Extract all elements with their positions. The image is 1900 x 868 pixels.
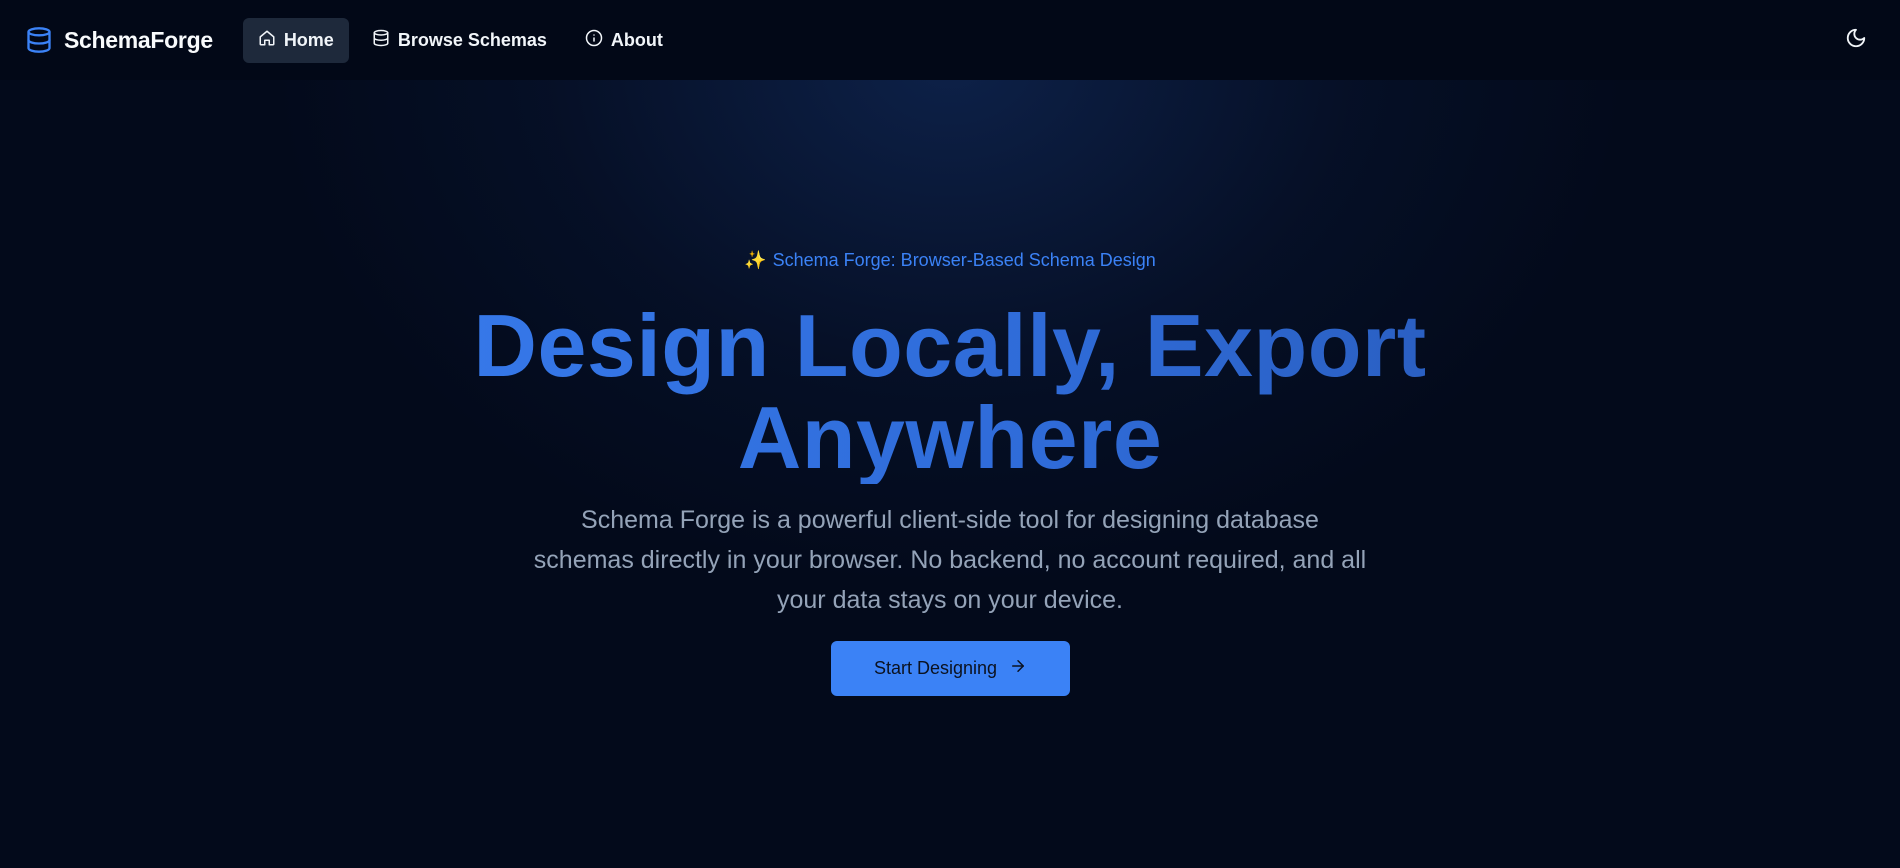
home-icon — [258, 29, 276, 52]
start-designing-button[interactable]: Start Designing — [831, 641, 1070, 696]
hero-subtitle: Schema Forge is a powerful client-side t… — [533, 506, 1367, 614]
hero-headline-line-1: Design Locally, Export — [473, 296, 1427, 395]
hero-headline: Design Locally, Export Anywhere — [0, 300, 1900, 484]
nav-item-label: About — [610, 29, 663, 50]
sparkles-icon: ✨ — [744, 250, 767, 270]
nav-item-home[interactable]: Home — [242, 17, 349, 63]
moon-icon — [1845, 27, 1867, 54]
nav-item-label: Browse Schemas — [397, 29, 547, 50]
hero-eyebrow-text: Schema Forge: Browser-Based Schema Desig… — [772, 250, 1156, 270]
theme-toggle-button[interactable] — [1840, 24, 1872, 56]
main-nav: Home Browse Schemas About — [242, 17, 678, 63]
info-icon — [585, 29, 603, 52]
database-logo-icon — [24, 25, 54, 55]
hero-headline-line-2: Anywhere — [737, 388, 1163, 487]
nav-item-about[interactable]: About — [570, 18, 678, 63]
database-icon — [372, 29, 390, 52]
hero-section: ✨ Schema Forge: Browser-Based Schema Desi… — [0, 80, 1900, 868]
cta-label: Start Designing — [873, 658, 998, 678]
brand[interactable]: SchemaForge — [24, 25, 213, 55]
nav-item-label: Home — [283, 29, 334, 50]
nav-item-browse-schemas[interactable]: Browse Schemas — [357, 18, 562, 63]
brand-name: SchemaForge — [64, 26, 213, 53]
arrow-right-icon — [1009, 657, 1027, 680]
top-navbar: SchemaForge Home Browse Schemas About — [0, 0, 1900, 80]
hero-eyebrow: ✨ Schema Forge: Browser-Based Schema Desi… — [0, 250, 1900, 271]
